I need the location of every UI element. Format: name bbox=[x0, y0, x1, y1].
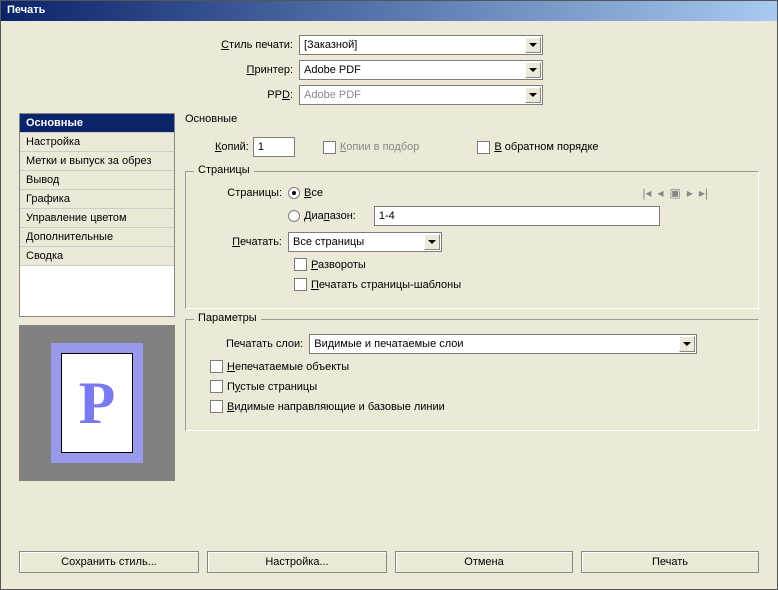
checkbox-icon[interactable] bbox=[210, 400, 223, 413]
chevron-down-icon[interactable] bbox=[424, 234, 440, 250]
sidebar-item-general[interactable]: Основные bbox=[20, 114, 174, 133]
button-bar: Сохранить стиль... Настройка... Отмена П… bbox=[19, 551, 759, 573]
pages-all-radio[interactable] bbox=[288, 187, 300, 199]
pages-legend: Страницы bbox=[194, 164, 254, 176]
master-pages-checkbox[interactable]: Печатать страницы-шаблоны bbox=[294, 278, 461, 291]
window-title: Печать bbox=[7, 4, 45, 16]
printer-select[interactable]: Adobe PDF bbox=[299, 60, 543, 80]
range-input[interactable] bbox=[374, 206, 660, 226]
panel-heading: Основные bbox=[185, 113, 759, 125]
copies-row: Копий: Копии в подбор В обратном порядке bbox=[215, 137, 759, 157]
prev-page-icon[interactable]: ◂ bbox=[657, 186, 663, 200]
sidebar-item-setup[interactable]: Настройка bbox=[20, 133, 174, 152]
sidebar-item-summary[interactable]: Сводка bbox=[20, 247, 174, 266]
collate-checkbox: Копии в подбор bbox=[323, 141, 420, 154]
sidebar-item-marks[interactable]: Метки и выпуск за обрез bbox=[20, 152, 174, 171]
checkbox-icon[interactable] bbox=[294, 258, 307, 271]
print-mode-value: Все страницы bbox=[293, 236, 364, 248]
ppd-value: Adobe PDF bbox=[304, 89, 361, 101]
page-preview: P bbox=[19, 325, 175, 481]
range-label: Диапазон: bbox=[304, 210, 356, 222]
preview-letter: P bbox=[79, 369, 116, 438]
params-legend: Параметры bbox=[194, 312, 261, 324]
top-settings: Стиль печати: [Заказной] Принтер: Adobe … bbox=[139, 35, 759, 105]
guides-checkbox[interactable]: Видимые направляющие и базовые линии bbox=[210, 400, 445, 413]
copies-input[interactable] bbox=[253, 137, 295, 157]
sidebar-item-graphics[interactable]: Графика bbox=[20, 190, 174, 209]
blank-pages-checkbox[interactable]: Пустые страницы bbox=[210, 380, 317, 393]
spread-icon[interactable]: ▣ bbox=[669, 186, 680, 200]
category-list: Основные Настройка Метки и выпуск за обр… bbox=[19, 113, 175, 317]
save-style-button[interactable]: Сохранить стиль... bbox=[19, 551, 199, 573]
titlebar: Печать bbox=[1, 1, 777, 21]
pages-all-label: Все bbox=[304, 187, 323, 199]
printer-label: Принтер: bbox=[139, 64, 299, 76]
checkbox-icon[interactable] bbox=[294, 278, 307, 291]
params-fieldset: Параметры Печатать слои: Видимые и печат… bbox=[185, 319, 759, 431]
setup-button[interactable]: Настройка... bbox=[207, 551, 387, 573]
next-page-icon[interactable]: ▸ bbox=[687, 186, 693, 200]
sidebar: Основные Настройка Метки и выпуск за обр… bbox=[19, 113, 175, 481]
chevron-down-icon bbox=[525, 87, 541, 103]
cancel-button[interactable]: Отмена bbox=[395, 551, 573, 573]
ppd-label: PPD: bbox=[139, 89, 299, 101]
pages-range-radio[interactable] bbox=[288, 210, 300, 222]
print-button[interactable]: Печать bbox=[581, 551, 759, 573]
settings-panel: Основные Копий: Копии в подбор В обратно… bbox=[185, 113, 759, 481]
checkbox-icon[interactable] bbox=[210, 380, 223, 393]
main-area: Основные Настройка Метки и выпуск за обр… bbox=[19, 113, 759, 481]
checkbox-icon[interactable] bbox=[210, 360, 223, 373]
chevron-down-icon[interactable] bbox=[525, 62, 541, 78]
copies-label: Копий: bbox=[215, 141, 249, 153]
chevron-down-icon[interactable] bbox=[525, 37, 541, 53]
printer-value: Adobe PDF bbox=[304, 64, 361, 76]
sidebar-item-advanced[interactable]: Дополнительные bbox=[20, 228, 174, 247]
sidebar-empty bbox=[20, 266, 174, 316]
sidebar-item-color[interactable]: Управление цветом bbox=[20, 209, 174, 228]
print-dialog: Печать Стиль печати: [Заказной] Принтер:… bbox=[0, 0, 778, 590]
dialog-content: Стиль печати: [Заказной] Принтер: Adobe … bbox=[1, 21, 777, 495]
sidebar-item-output[interactable]: Вывод bbox=[20, 171, 174, 190]
print-style-select[interactable]: [Заказной] bbox=[299, 35, 543, 55]
print-style-label: Стиль печати: bbox=[139, 39, 299, 51]
pages-label: Страницы: bbox=[196, 187, 288, 199]
spreads-checkbox[interactable]: Развороты bbox=[294, 258, 366, 271]
reverse-order-checkbox[interactable]: В обратном порядке bbox=[477, 141, 598, 154]
nonprint-checkbox[interactable]: Непечатаемые объекты bbox=[210, 360, 349, 373]
layers-value: Видимые и печатаемые слои bbox=[314, 338, 463, 350]
first-page-icon[interactable]: |◂ bbox=[642, 186, 651, 200]
checkbox-icon[interactable] bbox=[477, 141, 490, 154]
layers-label: Печатать слои: bbox=[226, 338, 303, 350]
print-style-value: [Заказной] bbox=[304, 39, 357, 51]
print-mode-select[interactable]: Все страницы bbox=[288, 232, 442, 252]
chevron-down-icon[interactable] bbox=[679, 336, 695, 352]
last-page-icon[interactable]: ▸| bbox=[699, 186, 708, 200]
checkbox-icon bbox=[323, 141, 336, 154]
ppd-select: Adobe PDF bbox=[299, 85, 543, 105]
page-nav-icons: |◂ ◂ ▣ ▸ ▸| bbox=[642, 186, 708, 200]
pages-fieldset: Страницы Страницы: Все |◂ ◂ ▣ ▸ ▸| bbox=[185, 171, 759, 309]
layers-select[interactable]: Видимые и печатаемые слои bbox=[309, 334, 697, 354]
preview-page: P bbox=[61, 353, 133, 453]
print-mode-label: Печатать: bbox=[196, 236, 288, 248]
